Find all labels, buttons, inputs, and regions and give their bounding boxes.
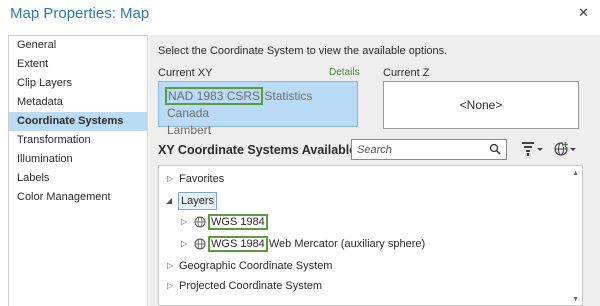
current-z-box[interactable]: <None> <box>383 81 579 129</box>
current-z-value: <None> <box>459 98 503 112</box>
globe-add-icon[interactable] <box>553 141 577 157</box>
coordinate-systems-panel: Select the Coordinate System to view the… <box>149 35 600 306</box>
sidebar-item-clip-layers[interactable]: Clip Layers <box>9 74 147 93</box>
tree-node-label: WGS 1984 <box>208 212 268 232</box>
tree-node-label: Projected Coordinate System <box>179 280 323 292</box>
current-z-label: Current Z <box>383 67 430 79</box>
sidebar-item-illumination[interactable]: Illumination <box>9 150 147 169</box>
map-properties-dialog: Map Properties: Map ✕ General Extent Cli… <box>0 0 600 306</box>
expand-arrow-icon[interactable]: ▷ <box>167 256 173 276</box>
available-heading: XY Coordinate Systems Available <box>158 143 357 157</box>
coordinate-system-tree[interactable]: ▲ ▼ ▷ Favorites ◢ Layers ▷ WGS 1984 ▷ WG… <box>158 165 583 306</box>
expand-arrow-icon[interactable]: ▷ <box>181 212 187 232</box>
expand-arrow-icon[interactable]: ▷ <box>167 169 173 189</box>
sidebar-item-extent[interactable]: Extent <box>9 55 147 74</box>
current-xy-name-highlight: NAD 1983 CSRS <box>164 87 264 105</box>
sidebar-item-general[interactable]: General <box>9 36 147 55</box>
sidebar: General Extent Clip Layers Metadata Coor… <box>8 35 148 306</box>
globe-icon <box>194 216 206 228</box>
expand-arrow-icon[interactable]: ▷ <box>181 234 187 254</box>
sidebar-item-color-management[interactable]: Color Management <box>9 188 147 207</box>
search-input[interactable] <box>357 143 482 156</box>
current-xy-name-line2: Lambert <box>167 123 212 137</box>
details-link[interactable]: Details <box>329 67 360 78</box>
current-xy-box[interactable]: NAD 1983 CSRS Statistics Canada Lambert <box>158 81 358 137</box>
tree-node-label: Favorites <box>179 173 225 185</box>
tree-node-label: Geographic Coordinate System <box>179 260 333 272</box>
dialog-title: Map Properties: Map <box>10 5 150 22</box>
scroll-down-icon[interactable]: ▼ <box>572 296 579 303</box>
sidebar-item-metadata[interactable]: Metadata <box>9 93 147 112</box>
collapse-arrow-icon[interactable]: ◢ <box>166 191 172 211</box>
sidebar-item-transformation[interactable]: Transformation <box>9 131 147 150</box>
sidebar-item-labels[interactable]: Labels <box>9 169 147 188</box>
globe-icon <box>194 238 206 250</box>
tree-node-label: Layers <box>178 192 218 210</box>
tree-node-label: WGS 1984 Web Mercator (auxiliary sphere) <box>208 234 426 254</box>
search-icon[interactable] <box>489 143 501 155</box>
wgs-highlight: WGS 1984 <box>208 214 268 230</box>
wgs-rest: Web Mercator (auxiliary sphere) <box>265 238 426 250</box>
instruction-text: Select the Coordinate System to view the… <box>158 45 448 57</box>
close-icon[interactable]: ✕ <box>578 5 589 21</box>
search-box[interactable] <box>351 139 507 160</box>
current-xy-label: Current XY <box>158 67 213 79</box>
scroll-up-icon[interactable]: ▲ <box>572 170 579 177</box>
filter-icon[interactable] <box>521 141 545 157</box>
expand-arrow-icon[interactable]: ▷ <box>167 276 173 296</box>
wgs-highlight: WGS 1984 <box>208 236 268 252</box>
sidebar-item-coordinate-systems[interactable]: Coordinate Systems <box>9 112 147 131</box>
